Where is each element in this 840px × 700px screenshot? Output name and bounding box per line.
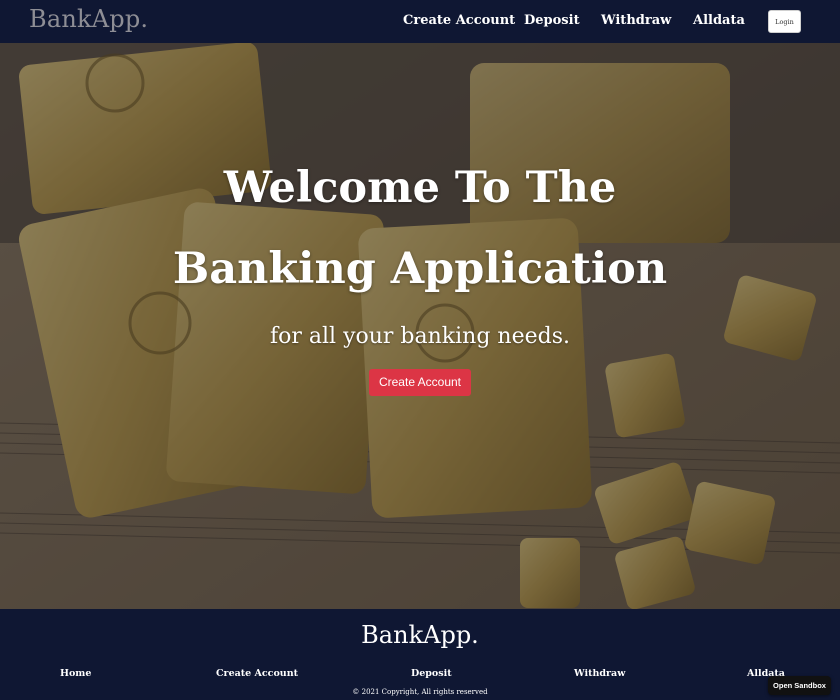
nav-create-account[interactable]: Create Account [403,13,515,28]
nav-deposit[interactable]: Deposit [524,13,580,28]
footer-brand: BankApp. [361,621,479,649]
hero-content: Welcome To The Banking Application for a… [0,148,840,396]
copyright-text: © 2021 Copyright, All rights reserved [352,688,488,696]
brand-logo[interactable]: BankApp. [29,5,148,33]
footer-link-deposit[interactable]: Deposit [411,668,452,679]
hero-subtitle: for all your banking needs. [270,324,570,349]
create-account-button[interactable]: Create Account [368,369,472,396]
open-sandbox-button[interactable]: Open Sandbox [768,676,831,695]
nav-alldata[interactable]: Alldata [693,13,745,28]
login-button[interactable]: Login [768,10,801,33]
footer-link-home[interactable]: Home [60,668,91,679]
hero-title: Welcome To The Banking Application [172,163,668,294]
hero-section: Welcome To The Banking Application for a… [0,43,840,609]
nav-withdraw[interactable]: Withdraw [601,13,671,28]
top-navbar: BankApp. Create Account Deposit Withdraw… [0,0,840,43]
footer-link-create-account[interactable]: Create Account [216,668,298,679]
footer-link-withdraw[interactable]: Withdraw [574,668,625,679]
footer: BankApp. Home Create Account Deposit Wit… [0,609,840,700]
